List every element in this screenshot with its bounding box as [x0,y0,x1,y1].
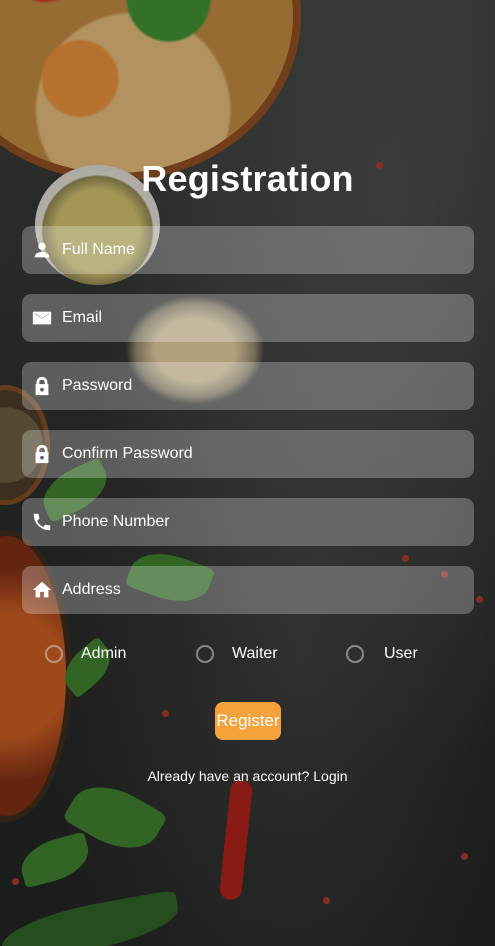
confirm-password-input[interactable] [62,445,474,463]
password-field[interactable] [22,362,474,410]
email-field[interactable] [22,294,474,342]
radio-button[interactable] [346,645,364,663]
full-name-field[interactable] [22,226,474,274]
email-input[interactable] [62,309,474,327]
lock-icon [31,443,53,465]
password-input[interactable] [62,377,474,395]
person-icon [31,239,53,261]
role-label: Admin [81,645,127,662]
address-field[interactable] [22,566,474,614]
register-button[interactable]: Register [215,702,281,740]
phone-number-field[interactable] [22,498,474,546]
address-input[interactable] [62,581,474,599]
radio-button[interactable] [196,645,214,663]
phone-icon [31,511,53,533]
role-option-user[interactable]: User [346,645,418,663]
role-option-waiter[interactable]: Waiter [196,645,278,663]
home-icon [31,579,53,601]
login-link[interactable]: Already have an account? Login [0,768,495,784]
role-option-admin[interactable]: Admin [45,645,126,663]
role-label: User [384,645,418,662]
full-name-input[interactable] [62,241,474,259]
role-selector: Admin Waiter User [0,645,495,673]
phone-number-input[interactable] [62,513,474,531]
email-icon [31,307,53,329]
page-title: Registration [141,158,354,199]
lock-icon [31,375,53,397]
radio-button[interactable] [45,645,63,663]
role-label: Waiter [232,645,278,662]
confirm-password-field[interactable] [22,430,474,478]
